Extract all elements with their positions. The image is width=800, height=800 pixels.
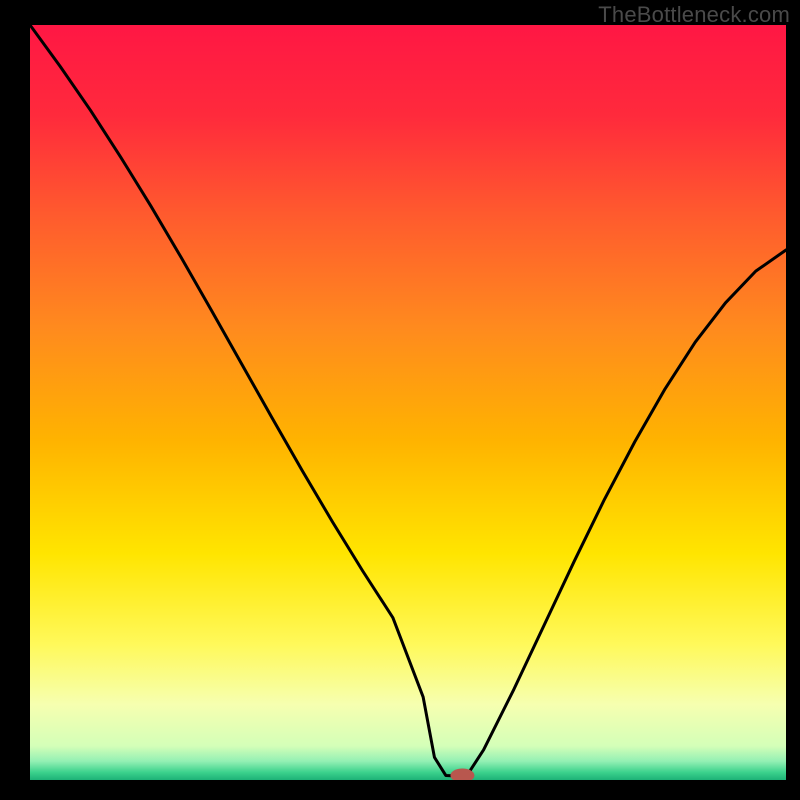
- min-marker: [450, 768, 474, 782]
- bottleneck-chart: TheBottleneck.com: [0, 0, 800, 800]
- chart-svg: [0, 0, 800, 800]
- watermark-text: TheBottleneck.com: [598, 2, 790, 28]
- gradient-background: [30, 25, 786, 780]
